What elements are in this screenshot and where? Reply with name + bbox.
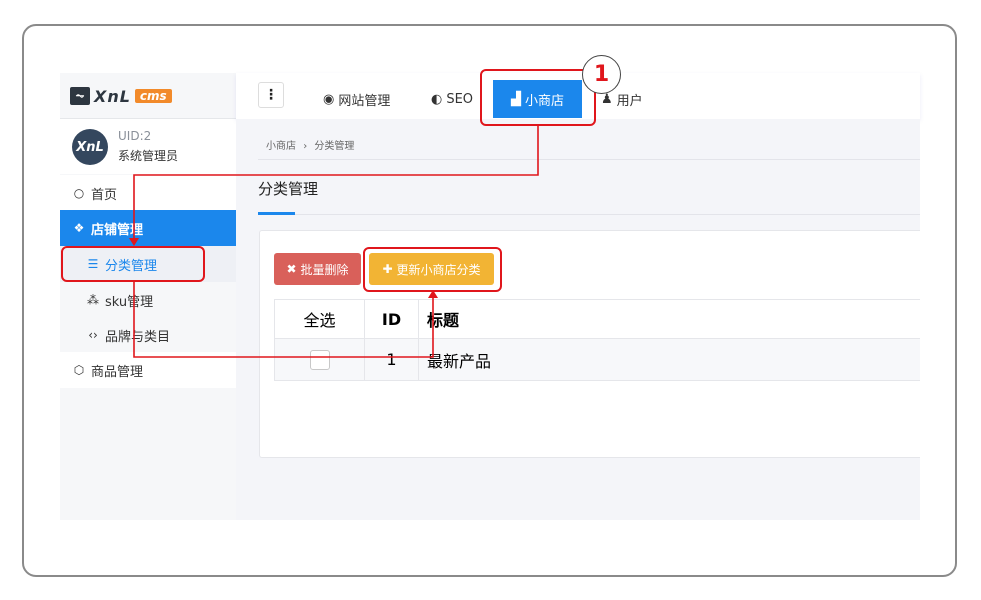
arrow-to-category	[133, 126, 539, 240]
arrow-head	[129, 238, 139, 246]
highlight-update-button	[363, 247, 502, 292]
highlight-mini-shop-tab	[480, 69, 596, 126]
step-badge: 1	[582, 55, 621, 94]
arrow-to-update-button	[133, 282, 434, 358]
highlight-category-item	[61, 246, 205, 282]
